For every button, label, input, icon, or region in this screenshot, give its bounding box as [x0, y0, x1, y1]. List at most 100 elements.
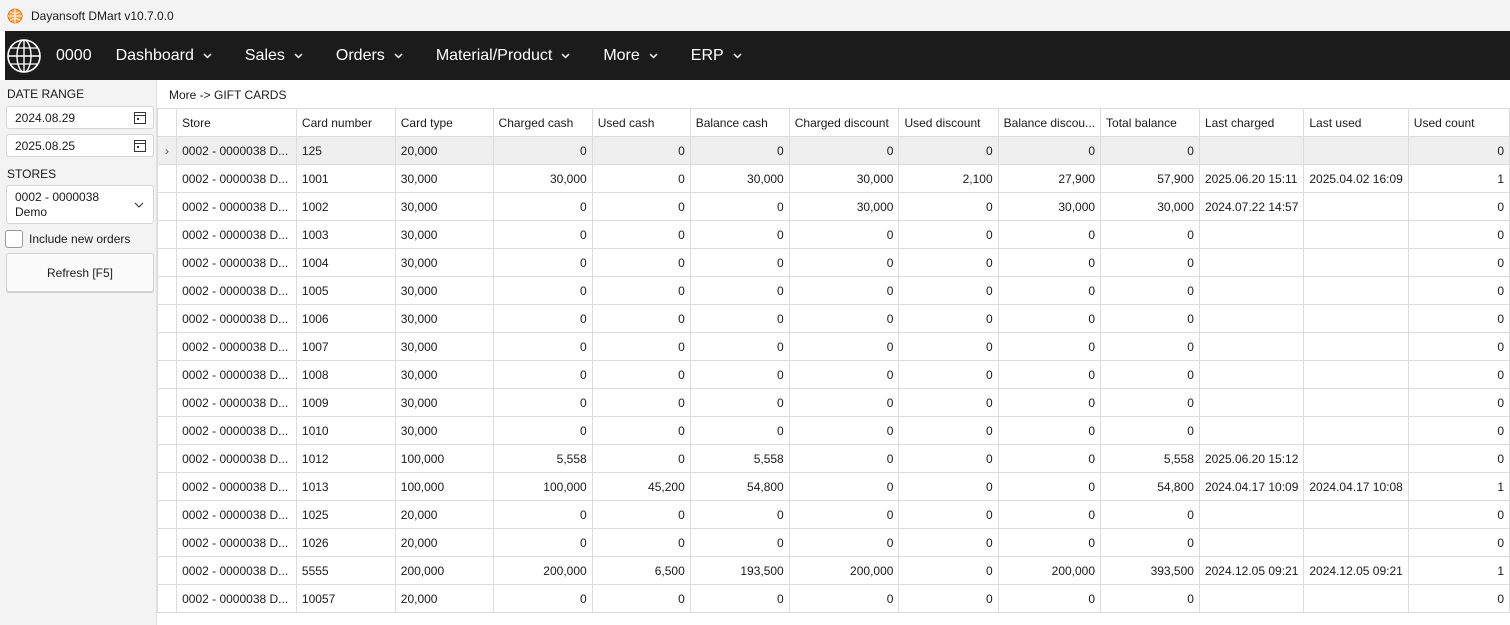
table-cell: 0 — [788, 304, 900, 333]
refresh-button[interactable]: Refresh [F5] — [6, 253, 154, 292]
nav-sales-menu[interactable]: Sales — [245, 47, 303, 65]
table-row[interactable]: 0002 - 0000038 D... 1010 30,000 0 0 0 0 0 0 0 0 — [156, 416, 1510, 445]
row-selector[interactable] — [156, 528, 178, 557]
table-row[interactable]: 0002 - 0000038 D... 1001 30,000 30,000 0 30,0… — [156, 164, 1510, 193]
table-row[interactable]: 0002 - 0000038 D... 10057 20,000 0 0 0 0 0 0 0 0 — [156, 584, 1510, 613]
column-header[interactable]: Store — [176, 108, 297, 137]
table-cell: 1010 — [295, 416, 396, 445]
table-row[interactable]: › 0002 - 0000038 D... 125 20,000 0 0 0 0 0 0 0 0 — [156, 136, 1510, 165]
table-cell: 0 — [898, 360, 999, 389]
column-header[interactable]: Last used — [1303, 108, 1409, 137]
column-header[interactable]: Charged cash — [492, 108, 593, 137]
table-cell: 0 — [1407, 500, 1510, 529]
table-cell — [1198, 528, 1305, 557]
table-cell — [1198, 248, 1305, 277]
table-row[interactable]: 0002 - 0000038 D... 1008 30,000 0 0 0 0 0 0 0 0 — [156, 360, 1510, 389]
row-selector[interactable] — [156, 388, 178, 417]
table-row[interactable]: 0002 - 0000038 D... 1026 20,000 0 0 0 0 0 0 0 0 — [156, 528, 1510, 557]
table-row[interactable]: 0002 - 0000038 D... 1006 30,000 0 0 0 0 0 0 0 0 — [156, 304, 1510, 333]
table-cell: 0 — [591, 416, 691, 445]
row-selector[interactable] — [156, 304, 178, 333]
calendar-icon[interactable] — [134, 111, 146, 124]
table-cell: 1 — [1407, 556, 1510, 585]
table-cell: 0 — [898, 584, 999, 613]
table-cell: 0002 - 0000038 D... — [176, 332, 297, 361]
table-cell: 45,200 — [591, 472, 691, 501]
date-to-field[interactable]: 2025.08.25 — [6, 134, 154, 157]
table-row[interactable]: 0002 - 0000038 D... 1025 20,000 0 0 0 0 0 0 0 0 — [156, 500, 1510, 529]
table-cell: 0 — [1407, 528, 1510, 557]
table-row[interactable]: 0002 - 0000038 D... 1002 30,000 0 0 0 30,000 0 3… — [156, 192, 1510, 221]
table-row[interactable]: 0002 - 0000038 D... 1004 30,000 0 0 0 0 0 0 0 0 — [156, 248, 1510, 277]
row-selector[interactable] — [156, 276, 178, 305]
nav-item-label: More — [603, 46, 640, 64]
table-row[interactable]: 0002 - 0000038 D... 1007 30,000 0 0 0 0 0 0 0 0 — [156, 332, 1510, 361]
nav-item-label: Material/Product — [435, 46, 553, 64]
column-header[interactable]: Used discount — [898, 108, 999, 137]
table-cell: 30,000 — [394, 416, 494, 445]
row-selector[interactable] — [156, 556, 178, 585]
row-selector[interactable] — [156, 444, 178, 473]
row-selector[interactable] — [156, 416, 178, 445]
include-new-orders-checkbox[interactable] — [5, 230, 23, 248]
row-selector[interactable] — [156, 192, 178, 221]
table-row[interactable]: 0002 - 0000038 D... 1013 100,000 100,000 45,… — [156, 472, 1510, 501]
table-row[interactable]: 0002 - 0000038 D... 1005 30,000 0 0 0 0 0 0 0 0 — [156, 276, 1510, 305]
row-selector[interactable] — [156, 472, 178, 501]
table-cell: 0 — [689, 136, 790, 165]
table-cell: 100,000 — [394, 444, 494, 473]
nav-material-product-menu[interactable]: Material/Product — [436, 47, 571, 65]
column-header[interactable]: Used count — [1407, 108, 1510, 137]
table-row[interactable]: 0002 - 0000038 D... 1009 30,000 0 0 0 0 0 0 0 0 — [156, 388, 1510, 417]
table-cell: 0 — [689, 248, 790, 277]
column-header[interactable]: Charged discount — [788, 108, 900, 137]
nav-erp-menu[interactable]: ERP — [691, 47, 742, 65]
column-header[interactable]: Last charged — [1198, 108, 1305, 137]
table-cell: 1025 — [295, 500, 396, 529]
column-header[interactable]: Card number — [295, 108, 396, 137]
globe-icon[interactable] — [6, 38, 42, 74]
table-cell: 200,000 — [394, 556, 494, 585]
row-selector[interactable] — [156, 584, 178, 613]
table-cell: 0 — [898, 500, 999, 529]
store-select[interactable]: 0002 - 0000038 Demo — [6, 185, 154, 224]
table-cell — [1303, 528, 1409, 557]
table-cell: 1005 — [295, 276, 396, 305]
nav-more-menu[interactable]: More — [603, 46, 658, 65]
column-header[interactable]: Balance discou... — [997, 108, 1102, 137]
table-row[interactable]: 0002 - 0000038 D... 5555 200,000 200,000 6,5… — [156, 556, 1510, 585]
column-header[interactable]: Total balance — [1100, 108, 1200, 137]
row-selector[interactable] — [156, 164, 178, 193]
table-cell: 0 — [1100, 332, 1200, 361]
stores-label: STORES — [7, 167, 57, 181]
table-cell: 2025.06.20 15:11 — [1198, 164, 1305, 193]
table-cell: 0 — [1100, 388, 1200, 417]
column-header[interactable]: Card type — [394, 108, 494, 137]
column-header[interactable]: Used cash — [591, 108, 691, 137]
row-selector[interactable] — [156, 500, 178, 529]
row-selector[interactable] — [156, 248, 178, 277]
row-selector[interactable] — [156, 220, 178, 249]
table-cell: 200,000 — [997, 556, 1102, 585]
table-cell: 30,000 — [997, 192, 1102, 221]
table-row[interactable]: 0002 - 0000038 D... 1012 100,000 5,558 0 5,55… — [156, 444, 1510, 473]
row-selector[interactable] — [156, 332, 178, 361]
table-cell: 0002 - 0000038 D... — [176, 388, 297, 417]
table-cell: 0002 - 0000038 D... — [176, 528, 297, 557]
include-new-orders-row[interactable]: Include new orders — [5, 230, 130, 248]
date-from-field[interactable]: 2024.08.29 — [6, 106, 154, 129]
table-header-row: Store Card number Card type Charged cash Use… — [156, 108, 1510, 137]
calendar-icon[interactable] — [134, 139, 146, 152]
nav-orders-menu[interactable]: Orders — [336, 47, 403, 65]
table-row[interactable]: 0002 - 0000038 D... 1003 30,000 0 0 0 0 0 0 0 0 — [156, 220, 1510, 249]
row-selector[interactable] — [156, 360, 178, 389]
nav-dashboard-menu[interactable]: Dashboard — [116, 47, 212, 65]
table-cell: 0002 - 0000038 D... — [176, 220, 297, 249]
row-selector[interactable]: › — [156, 136, 178, 165]
column-header[interactable]: Balance cash — [689, 108, 790, 137]
table-cell: 0 — [689, 584, 790, 613]
table-cell: 30,000 — [394, 248, 494, 277]
table-cell: 0002 - 0000038 D... — [176, 360, 297, 389]
table-cell: 0 — [1407, 248, 1510, 277]
main-nav: 0000 Dashboard Sales Orders Material/Produc… — [5, 31, 1510, 80]
